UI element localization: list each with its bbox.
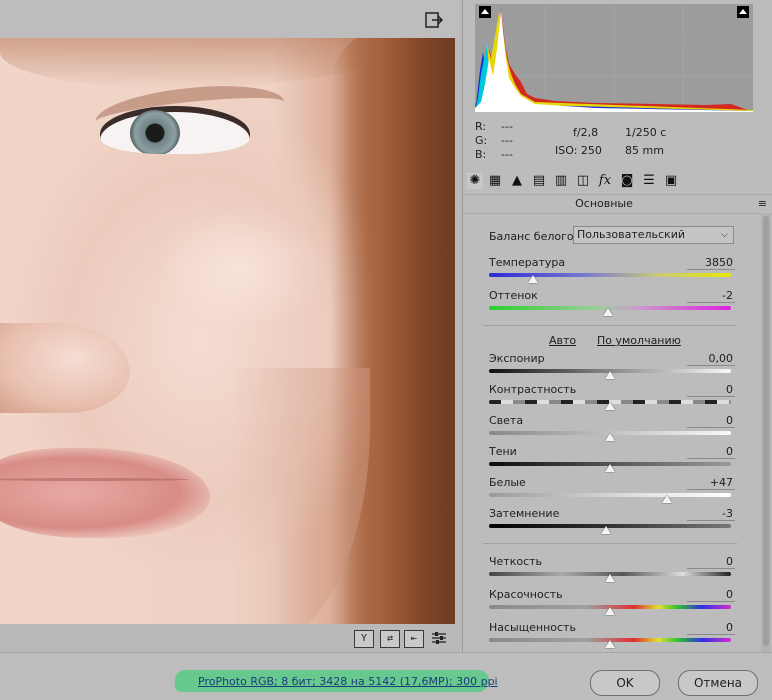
photo-lip-line xyxy=(0,478,190,481)
white-balance-select[interactable]: Пользовательский ⌵ xyxy=(573,226,734,244)
snapshots-icon[interactable]: ▣ xyxy=(663,173,679,189)
panel-tabs: ✺ ▦ ▲ ▤ ▥ ◫ fx ◙ ☰ ▣ xyxy=(463,170,772,192)
settings-sliders-icon[interactable] xyxy=(430,630,448,646)
adjustments-panel: R: --- G: --- B: --- f/2,8 1/250 c ISO: … xyxy=(462,0,772,652)
highlights-slider-thumb[interactable] xyxy=(605,433,615,441)
effects-fx-icon[interactable]: fx xyxy=(597,173,613,189)
g-label: G: xyxy=(475,134,488,147)
shutter-value: 1/250 c xyxy=(625,126,667,139)
rgb-readout: R: --- G: --- B: --- f/2,8 1/250 c ISO: … xyxy=(475,120,755,164)
panel-scrollbar-thumb[interactable] xyxy=(763,216,769,646)
camera-calibration-icon[interactable]: ◙ xyxy=(619,173,635,189)
panel-header: Основные ≡ xyxy=(463,194,772,214)
clarity-value[interactable]: 0 xyxy=(687,555,735,569)
photo-preview[interactable] xyxy=(0,38,455,624)
blacks-label: Затемнение xyxy=(489,507,560,520)
export-icon[interactable] xyxy=(424,10,444,30)
panel-title: Основные xyxy=(575,197,633,210)
aperture-icon[interactable]: ✺ xyxy=(467,173,483,189)
r-label: R: xyxy=(475,120,487,133)
viewer-bottom-bar: Y ⇄ ⇤ xyxy=(0,624,460,652)
blacks-slider-thumb[interactable] xyxy=(601,526,612,534)
whites-slider[interactable] xyxy=(489,493,731,497)
clarity-slider-thumb[interactable] xyxy=(605,574,615,582)
chevron-down-icon: ⌵ xyxy=(721,230,728,240)
white-balance-value: Пользовательский xyxy=(577,228,685,241)
temperature-slider-thumb[interactable] xyxy=(527,275,538,283)
shadows-label: Тени xyxy=(489,445,517,458)
status-bar: ProPhoto RGB; 8 бит; 3428 на 5142 (17,6M… xyxy=(0,652,772,700)
tint-value[interactable]: -2 xyxy=(687,289,735,303)
vibrance-slider-thumb[interactable] xyxy=(605,607,615,615)
ok-button[interactable]: OK xyxy=(590,670,660,696)
vibrance-value[interactable]: 0 xyxy=(687,588,735,602)
highlights-label: Света xyxy=(489,414,524,427)
image-viewer: Y ⇄ ⇤ xyxy=(0,0,460,652)
copy-settings-button[interactable]: ⇤ xyxy=(404,630,424,648)
highlights-value[interactable]: 0 xyxy=(687,414,735,428)
r-value: --- xyxy=(501,120,513,133)
temperature-slider[interactable] xyxy=(489,273,731,277)
contrast-label: Контрастность xyxy=(489,383,577,396)
blacks-value[interactable]: -3 xyxy=(687,507,735,521)
lens-correction-icon[interactable]: ◫ xyxy=(575,173,591,189)
presets-icon[interactable]: ☰ xyxy=(641,173,657,189)
hsl-icon[interactable]: ▤ xyxy=(531,173,547,189)
before-after-y-button[interactable]: Y xyxy=(354,630,374,648)
photo-lips xyxy=(0,448,210,538)
exposure-value[interactable]: 0,00 xyxy=(687,352,735,366)
saturation-value[interactable]: 0 xyxy=(687,621,735,635)
tone-curve-icon[interactable]: ▦ xyxy=(487,173,503,189)
tint-label: Оттенок xyxy=(489,289,538,302)
swap-before-after-button[interactable]: ⇄ xyxy=(380,630,400,648)
photo-nose xyxy=(0,323,130,413)
exposure-slider-thumb[interactable] xyxy=(605,371,615,379)
clarity-label: Четкость xyxy=(489,555,543,568)
focal-length-value: 85 mm xyxy=(625,144,664,157)
exposure-label: Экспонир xyxy=(489,352,545,365)
saturation-slider-thumb[interactable] xyxy=(605,640,615,648)
workflow-options-link[interactable]: ProPhoto RGB; 8 бит; 3428 на 5142 (17,6M… xyxy=(198,675,498,688)
histogram-graph xyxy=(475,4,753,112)
b-label: B: xyxy=(475,148,487,161)
default-link[interactable]: По умолчанию xyxy=(597,334,681,347)
aperture-value: f/2,8 xyxy=(573,126,599,139)
whites-slider-thumb[interactable] xyxy=(661,495,672,503)
tint-slider-thumb[interactable] xyxy=(602,308,613,316)
divider xyxy=(483,325,737,326)
split-toning-icon[interactable]: ▥ xyxy=(553,173,569,189)
whites-value[interactable]: +47 xyxy=(687,476,735,490)
shadows-slider-thumb[interactable] xyxy=(605,464,615,472)
contrast-slider-thumb[interactable] xyxy=(605,402,615,410)
contrast-value[interactable]: 0 xyxy=(687,383,735,397)
whites-label: Белые xyxy=(489,476,526,489)
detail-icon[interactable]: ▲ xyxy=(509,173,525,189)
auto-link[interactable]: Авто xyxy=(549,334,576,347)
temperature-label: Температура xyxy=(489,256,566,269)
g-value: --- xyxy=(501,134,513,147)
iso-value: ISO: 250 xyxy=(555,144,602,157)
b-value: --- xyxy=(501,148,513,161)
temperature-value[interactable]: 3850 xyxy=(687,256,735,270)
cancel-button[interactable]: Отмена xyxy=(678,670,758,696)
divider xyxy=(483,543,737,544)
white-balance-label: Баланс белого: xyxy=(489,230,578,243)
photo-eye xyxy=(100,106,250,154)
viewer-toolbar xyxy=(0,0,460,38)
panel-menu-icon[interactable]: ≡ xyxy=(758,197,767,210)
saturation-label: Насыщенность xyxy=(489,621,576,634)
shadows-value[interactable]: 0 xyxy=(687,445,735,459)
histogram xyxy=(475,4,753,112)
vibrance-label: Красочность xyxy=(489,588,563,601)
